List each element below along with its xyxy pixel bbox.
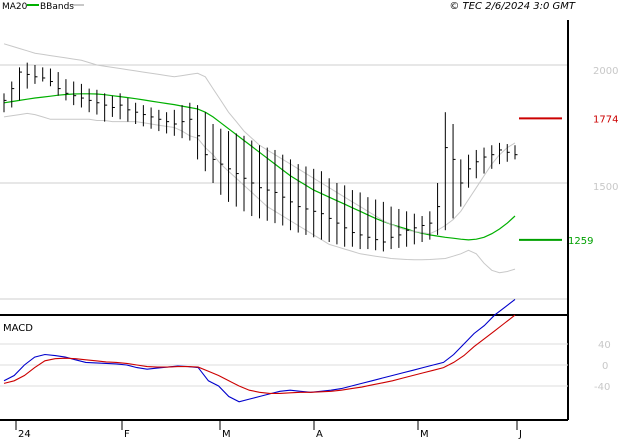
price-bar-16 bbox=[127, 98, 131, 122]
price-bar-48 bbox=[375, 199, 379, 251]
price-bar-36 bbox=[282, 154, 286, 226]
price-bar-41 bbox=[320, 171, 324, 240]
price-bar-25 bbox=[197, 105, 201, 160]
price-bar-17 bbox=[135, 102, 139, 124]
price-bar-32 bbox=[251, 140, 255, 217]
price-bar-10 bbox=[80, 83, 84, 108]
macd-tick-label-neg40: -40 bbox=[594, 382, 610, 393]
price-bar-7 bbox=[57, 72, 61, 96]
price-bar-62 bbox=[483, 147, 487, 174]
price-bar-13 bbox=[104, 93, 108, 122]
macd-tick-label-0: 0 bbox=[602, 361, 608, 372]
price-bar-46 bbox=[359, 192, 363, 250]
x-tick-label-may: M bbox=[420, 429, 429, 440]
price-bar-9 bbox=[73, 81, 77, 106]
level-label-1774: 1774 bbox=[593, 114, 618, 125]
price-bar-22 bbox=[173, 109, 177, 136]
price-bar-49 bbox=[382, 201, 386, 252]
chart-canvas: MA20 BBands © TEC 2/6/2024 3:0 GMT 17741… bbox=[0, 1, 618, 440]
x-tick-label-mar: M bbox=[222, 429, 231, 440]
price-bar-47 bbox=[367, 197, 371, 250]
timestamp-label: © TEC 2/6/2024 3:0 GMT bbox=[449, 1, 576, 12]
price-bar-1 bbox=[11, 81, 15, 108]
price-bar-63 bbox=[491, 145, 495, 169]
price-bar-23 bbox=[181, 105, 185, 139]
price-bar-8 bbox=[65, 79, 69, 101]
price-bar-2 bbox=[18, 67, 22, 101]
legend-swatch-ma20 bbox=[27, 4, 39, 6]
x-tick-label-feb: F bbox=[124, 429, 130, 440]
macd-series-line-1 bbox=[3, 314, 516, 394]
price-bar-38 bbox=[297, 164, 301, 233]
price-bar-4 bbox=[34, 65, 38, 84]
price-bar-39 bbox=[305, 166, 309, 235]
price-bar-44 bbox=[344, 185, 348, 247]
price-bar-6 bbox=[49, 68, 53, 87]
price-bar-50 bbox=[390, 206, 394, 250]
price-bar-54 bbox=[421, 216, 425, 242]
price-bar-21 bbox=[166, 112, 170, 134]
x-tick-label-jan: 24 bbox=[18, 429, 31, 440]
legend-entry-bbands: BBands bbox=[40, 2, 74, 12]
x-tick-label-jun: J bbox=[518, 429, 522, 440]
price-bar-26 bbox=[204, 112, 208, 172]
price-panel: 1774 1259 2000 1500 bbox=[0, 43, 618, 300]
price-bar-19 bbox=[150, 107, 154, 129]
price-bar-37 bbox=[289, 159, 293, 231]
legend-entry-ma20: MA20 bbox=[2, 2, 28, 12]
price-bar-58 bbox=[452, 124, 456, 219]
price-bar-3 bbox=[26, 62, 30, 89]
price-bar-5 bbox=[42, 67, 46, 82]
price-bar-59 bbox=[460, 159, 464, 207]
macd-tick-label-40: 40 bbox=[598, 340, 611, 351]
price-bar-31 bbox=[243, 135, 247, 212]
price-bar-28 bbox=[220, 128, 224, 195]
price-bar-14 bbox=[111, 95, 115, 117]
price-bar-42 bbox=[328, 178, 332, 242]
price-bar-45 bbox=[351, 190, 355, 247]
price-bar-33 bbox=[259, 145, 262, 219]
x-axis: 24 F M A M J bbox=[15, 420, 522, 440]
price-bar-20 bbox=[158, 109, 162, 132]
price-bar-11 bbox=[88, 88, 92, 113]
price-candles-layer bbox=[3, 62, 518, 252]
price-bar-61 bbox=[475, 149, 479, 179]
price-bar-12 bbox=[96, 89, 100, 115]
price-bar-30 bbox=[235, 133, 239, 207]
price-bar-29 bbox=[228, 131, 232, 202]
price-bar-43 bbox=[336, 183, 340, 245]
chart-legend: MA20 BBands bbox=[2, 2, 84, 12]
macd-title: MACD bbox=[3, 323, 33, 334]
level-label-1259: 1259 bbox=[568, 236, 593, 247]
price-tick-label-1500: 1500 bbox=[593, 182, 618, 193]
price-bar-53 bbox=[413, 213, 417, 245]
price-bar-57 bbox=[444, 112, 448, 231]
price-bar-66 bbox=[514, 145, 518, 160]
price-bar-27 bbox=[212, 124, 216, 183]
price-tick-label-2000: 2000 bbox=[593, 66, 618, 77]
x-tick-label-apr: A bbox=[316, 429, 323, 440]
price-bar-56 bbox=[437, 183, 441, 235]
